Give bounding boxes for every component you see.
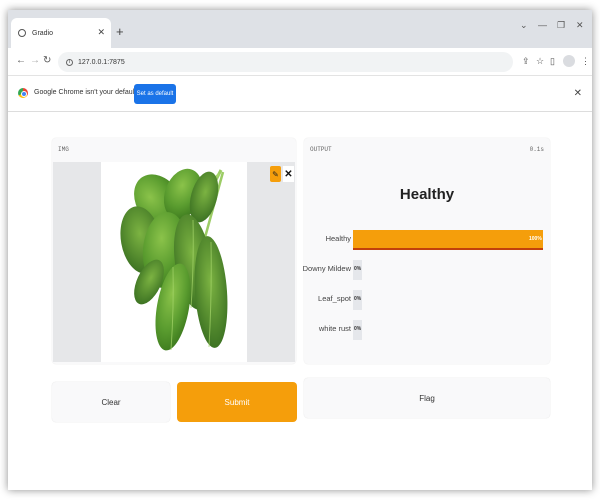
clear-image-icon[interactable]: ✕ bbox=[283, 166, 294, 182]
confidence-track: 0% bbox=[353, 290, 543, 310]
confidence-track: 0% bbox=[353, 260, 543, 280]
confidence-percent: 0% bbox=[354, 326, 362, 332]
output-panel: OUTPUT 0.1s Healthy Healthy 100% Downy Mil… bbox=[302, 138, 550, 364]
plus-icon[interactable]: + bbox=[116, 24, 124, 39]
profile-avatar[interactable] bbox=[563, 55, 575, 67]
confidence-label: Leaf_spot bbox=[318, 294, 351, 303]
reload-icon[interactable]: ↻ bbox=[43, 55, 51, 66]
confidence-row: white rust 0% bbox=[304, 320, 550, 340]
confidence-label: white rust bbox=[318, 324, 351, 333]
bookmark-star-icon[interactable]: ☆ bbox=[536, 56, 544, 67]
tab-strip: Gradio ✕ + ⌄ — ❐ ✕ bbox=[8, 10, 592, 48]
confidence-track: 0% bbox=[353, 320, 543, 340]
close-window-icon[interactable]: ✕ bbox=[576, 20, 584, 31]
confidence-label: Healthy bbox=[325, 234, 351, 243]
timing-badge: 0.1s bbox=[529, 146, 544, 153]
confidence-percent: 0% bbox=[354, 296, 362, 302]
address-bar[interactable]: i 127.0.0.1:7875 bbox=[58, 52, 513, 72]
spinach-image bbox=[101, 162, 247, 362]
clear-button[interactable]: Clear bbox=[52, 382, 170, 422]
gradio-app: IMG ✎ ✕ Clear Submit OUTPUT 0.1s Healthy… bbox=[8, 112, 592, 490]
chevron-down-icon[interactable]: ⌄ bbox=[520, 20, 528, 31]
image-dropzone[interactable]: ✎ ✕ bbox=[53, 162, 295, 362]
pencil-edit-icon[interactable]: ✎ bbox=[270, 166, 281, 182]
confidence-percent: 100% bbox=[529, 236, 542, 242]
confidence-track: 100% bbox=[353, 230, 543, 250]
chrome-logo-icon bbox=[18, 88, 28, 98]
minimize-icon[interactable]: — bbox=[538, 20, 547, 30]
image-input-label: IMG bbox=[58, 146, 69, 153]
confidence-bar bbox=[353, 230, 543, 250]
sidepanel-icon[interactable]: ▯ bbox=[550, 56, 555, 67]
url-text: 127.0.0.1:7875 bbox=[78, 58, 125, 66]
forward-icon[interactable]: → bbox=[30, 55, 40, 66]
confidence-percent: 0% bbox=[354, 266, 362, 272]
browser-window: Gradio ✕ + ⌄ — ❐ ✕ ← → ↻ i 127.0.0.1:787… bbox=[8, 10, 592, 490]
confidence-row: Healthy 100% bbox=[304, 230, 550, 250]
back-icon[interactable]: ← bbox=[16, 55, 26, 66]
share-icon[interactable]: ⇪ bbox=[522, 56, 530, 67]
submit-button[interactable]: Submit bbox=[177, 382, 297, 422]
address-toolbar: ← → ↻ i 127.0.0.1:7875 ⇪ ☆ ▯ ⋮ bbox=[8, 48, 592, 76]
tab-title: Gradio bbox=[32, 29, 54, 37]
globe-icon bbox=[18, 29, 26, 37]
image-input-panel: IMG ✎ ✕ bbox=[52, 138, 296, 364]
set-default-button[interactable]: Set as default bbox=[134, 84, 176, 104]
confidence-label: Downy Mildew bbox=[302, 264, 351, 273]
default-browser-infobar: Google Chrome isn't your default browser… bbox=[8, 76, 592, 112]
close-infobar-icon[interactable]: ✕ bbox=[574, 88, 582, 99]
confidence-row: Leaf_spot 0% bbox=[304, 290, 550, 310]
browser-tab[interactable]: Gradio ✕ bbox=[11, 18, 111, 48]
predicted-class: Healthy bbox=[399, 186, 455, 203]
restore-icon[interactable]: ❐ bbox=[557, 20, 565, 31]
flag-button[interactable]: Flag bbox=[304, 378, 550, 418]
confidence-row: Downy Mildew 0% bbox=[302, 260, 550, 280]
menu-kebab-icon[interactable]: ⋮ bbox=[581, 56, 590, 67]
output-label: OUTPUT bbox=[310, 146, 332, 153]
close-tab-icon[interactable]: ✕ bbox=[97, 27, 105, 38]
info-icon[interactable]: i bbox=[66, 58, 73, 66]
